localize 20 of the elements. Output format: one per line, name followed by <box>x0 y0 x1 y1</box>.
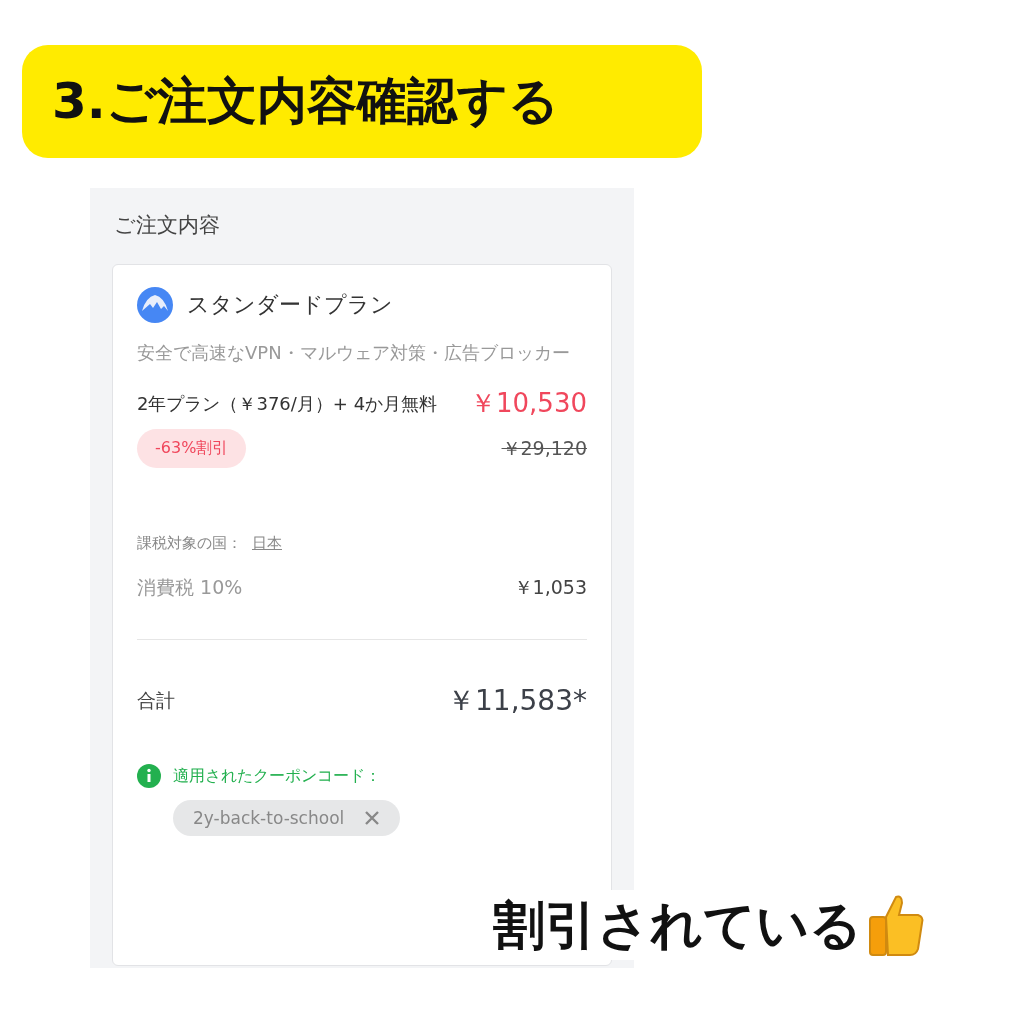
info-icon <box>137 764 161 788</box>
discount-badge: -63%割引 <box>137 429 247 468</box>
mountain-logo-icon <box>137 287 173 323</box>
coupon-label: 適用されたクーポンコード： <box>173 765 381 787</box>
tax-country-link[interactable]: 日本 <box>252 534 282 553</box>
close-icon[interactable] <box>364 810 381 826</box>
plan-term: 2年プラン（￥376/月）+ 4か月無料 <box>137 391 439 416</box>
plan-price: ￥10,530 <box>470 387 587 420</box>
tax-country-label: 課税対象の国： <box>137 534 242 553</box>
step-heading: 3.ご注文内容確認する <box>22 45 702 158</box>
plan-description: 安全で高速なVPN・マルウェア対策・広告ブロッカー <box>137 341 571 365</box>
original-price: ￥29,120 <box>501 435 587 461</box>
coupon-code: 2y-back-to-school <box>193 808 345 828</box>
tax-amount: ￥1,053 <box>513 575 587 600</box>
panel-title: ご注文内容 <box>114 212 221 239</box>
thumbs-up-icon <box>866 893 926 957</box>
total-amount: ￥11,583* <box>447 683 587 719</box>
plan-name: スタンダードプラン <box>187 291 393 319</box>
total-label: 合計 <box>137 688 175 713</box>
tax-label: 消費税 10% <box>137 575 243 600</box>
